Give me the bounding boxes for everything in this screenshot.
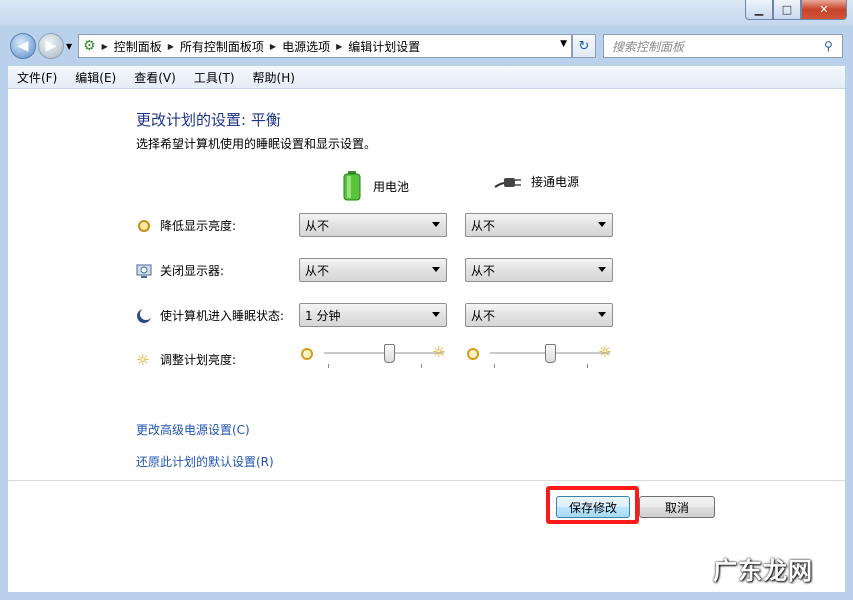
maximize-button[interactable]: □ bbox=[773, 0, 801, 20]
select-value: 从不 bbox=[471, 218, 496, 233]
back-arrow-icon: ◀ bbox=[17, 38, 29, 54]
breadcrumb-separator-icon: ▶ bbox=[269, 41, 277, 51]
column-battery: 用电池 bbox=[343, 171, 409, 201]
slider-thumb[interactable] bbox=[545, 344, 556, 363]
setting-label: 调整计划亮度: bbox=[160, 353, 237, 367]
watermark: 广东龙网 bbox=[713, 557, 813, 585]
window-frame: ▁ □ ✕ ◀ ▶ ▼ ⚙ ▶ 控制面板 ▶ 所有控制面板项 ▶ 电源选项 ▶ … bbox=[0, 0, 853, 600]
setting-row-sleep: 使计算机进入睡眠状态: bbox=[136, 307, 284, 324]
close-button[interactable]: ✕ bbox=[801, 0, 847, 20]
breadcrumb-power-options[interactable]: 电源选项 bbox=[282, 38, 330, 55]
brightness-battery-slider[interactable] bbox=[324, 344, 444, 368]
page-subtitle: 选择希望计算机使用的睡眠设置和显示设置。 bbox=[136, 137, 377, 151]
breadcrumb-label: 所有控制面板项 bbox=[179, 39, 264, 54]
column-plugged-label: 接通电源 bbox=[531, 174, 580, 189]
page-title: 更改计划的设置: 平衡 bbox=[136, 111, 281, 129]
chevron-down-icon bbox=[598, 312, 606, 317]
breadcrumb-label: 编辑计划设置 bbox=[348, 39, 421, 54]
menu-tools[interactable]: 工具(T) bbox=[185, 69, 244, 86]
chevron-down-icon bbox=[598, 267, 606, 272]
column-battery-label: 用电池 bbox=[373, 179, 410, 194]
brightness-low-icon bbox=[467, 348, 479, 360]
breadcrumb-label: 控制面板 bbox=[113, 39, 162, 54]
select-value: 从不 bbox=[305, 263, 330, 278]
sleep-plugged-select[interactable]: 从不 bbox=[465, 303, 613, 327]
setting-row-display: 关闭显示器: bbox=[136, 262, 224, 279]
select-value: 从不 bbox=[305, 218, 330, 233]
slider-tick bbox=[494, 364, 495, 368]
breadcrumb-all-items[interactable]: 所有控制面板项 bbox=[180, 38, 264, 55]
sun-icon: ☼ bbox=[136, 350, 150, 369]
cancel-button[interactable]: 取消 bbox=[639, 496, 715, 518]
menu-view[interactable]: 查看(V) bbox=[125, 69, 185, 86]
advanced-settings-link[interactable]: 更改高级电源设置(C) bbox=[136, 421, 250, 438]
dim-icon bbox=[136, 218, 152, 234]
breadcrumb-label: 电源选项 bbox=[282, 39, 331, 54]
search-icon[interactable]: ⚲ bbox=[824, 39, 842, 53]
breadcrumb-separator-icon: ▶ bbox=[336, 41, 343, 51]
slider-thumb[interactable] bbox=[384, 344, 395, 363]
column-plugged: 接通电源 bbox=[493, 171, 579, 191]
divider bbox=[8, 480, 845, 481]
search-box[interactable]: 搜索控制面板 ⚲ bbox=[603, 34, 843, 58]
back-button[interactable]: ◀ bbox=[10, 33, 36, 59]
brightness-high-icon: ☼ bbox=[432, 343, 446, 361]
chevron-down-icon bbox=[432, 312, 440, 317]
brightness-plugged-slider[interactable] bbox=[490, 344, 610, 368]
setting-label: 降低显示亮度: bbox=[160, 219, 237, 233]
history-dropdown-icon[interactable]: ▼ bbox=[66, 42, 72, 51]
chevron-down-icon bbox=[432, 267, 440, 272]
select-value: 1 分钟 bbox=[305, 308, 341, 323]
title-bar: ▁ □ ✕ bbox=[0, 0, 853, 26]
chevron-down-icon bbox=[598, 222, 606, 227]
select-value: 从不 bbox=[471, 308, 496, 323]
forward-arrow-icon: ▶ bbox=[45, 38, 57, 54]
sleep-icon bbox=[136, 307, 152, 324]
address-bar[interactable]: ⚙ ▶ 控制面板 ▶ 所有控制面板项 ▶ 电源选项 ▶ 编辑计划设置 ▼ bbox=[78, 34, 572, 58]
slider-tick bbox=[421, 364, 422, 368]
address-row: ◀ ▶ ▼ ⚙ ▶ 控制面板 ▶ 所有控制面板项 ▶ 电源选项 ▶ 编辑计划设置… bbox=[0, 30, 853, 64]
slider-tick bbox=[587, 364, 588, 368]
setting-row-dim: 降低显示亮度: bbox=[136, 217, 236, 234]
menu-file[interactable]: 文件(F) bbox=[8, 69, 66, 86]
breadcrumb-separator-icon: ▶ bbox=[101, 41, 108, 51]
power-plug-icon bbox=[494, 178, 521, 188]
address-dropdown-icon[interactable]: ▼ bbox=[560, 39, 567, 49]
battery-icon bbox=[343, 171, 361, 201]
setting-row-brightness: ☼ 调整计划亮度: bbox=[136, 351, 236, 368]
breadcrumb-control-panel[interactable]: 控制面板 bbox=[114, 38, 162, 55]
brightness-low-icon bbox=[301, 348, 313, 360]
dim-battery-select[interactable]: 从不 bbox=[299, 213, 447, 237]
control-panel-icon: ⚙ bbox=[83, 38, 96, 54]
restore-defaults-link[interactable]: 还原此计划的默认设置(R) bbox=[136, 453, 274, 470]
brightness-high-icon: ☼ bbox=[598, 343, 612, 361]
setting-label: 使计算机进入睡眠状态: bbox=[160, 309, 285, 323]
search-input[interactable]: 搜索控制面板 bbox=[604, 38, 824, 55]
slider-tick bbox=[328, 364, 329, 368]
chevron-down-icon bbox=[432, 222, 440, 227]
forward-button[interactable]: ▶ bbox=[38, 33, 64, 59]
window-controls: ▁ □ ✕ bbox=[745, 0, 847, 20]
display-plugged-select[interactable]: 从不 bbox=[465, 258, 613, 282]
dim-plugged-select[interactable]: 从不 bbox=[465, 213, 613, 237]
monitor-icon bbox=[136, 263, 152, 279]
select-value: 从不 bbox=[471, 263, 496, 278]
breadcrumb-separator-icon: ▶ bbox=[167, 41, 174, 51]
display-battery-select[interactable]: 从不 bbox=[299, 258, 447, 282]
refresh-button[interactable]: ↻ bbox=[572, 34, 596, 58]
save-highlight-box bbox=[546, 486, 639, 524]
setting-label: 关闭显示器: bbox=[160, 264, 225, 278]
menu-help[interactable]: 帮助(H) bbox=[244, 69, 304, 86]
minimize-button[interactable]: ▁ bbox=[745, 0, 773, 20]
menu-edit[interactable]: 编辑(E) bbox=[66, 69, 125, 86]
sleep-battery-select[interactable]: 1 分钟 bbox=[299, 303, 447, 327]
content-pane: 更改计划的设置: 平衡 选择希望计算机使用的睡眠设置和显示设置。 用电池 接通电… bbox=[8, 89, 845, 592]
breadcrumb-edit-plan[interactable]: 编辑计划设置 bbox=[348, 38, 420, 55]
refresh-icon: ↻ bbox=[578, 38, 590, 54]
menu-bar: 文件(F) 编辑(E) 查看(V) 工具(T) 帮助(H) bbox=[8, 66, 845, 89]
